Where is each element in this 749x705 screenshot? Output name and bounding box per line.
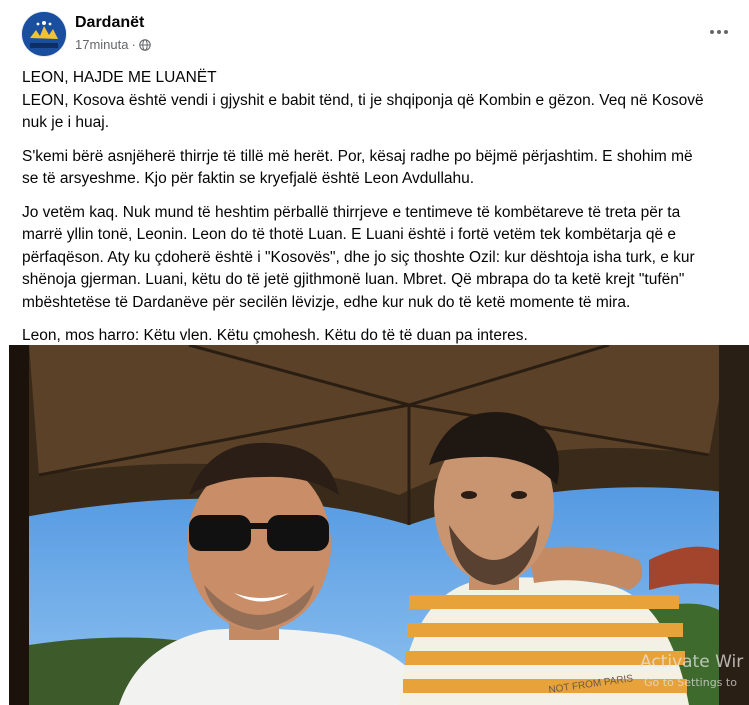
post-meta: 17minuta ·	[75, 37, 151, 52]
post-photo[interactable]: NOT FROM PARIS	[9, 345, 749, 705]
post-line: se të arsyeshme. Kjo për faktin se kryef…	[22, 170, 475, 187]
post-timestamp[interactable]: 17minuta	[75, 37, 128, 52]
post-paragraph: S'kemi bërë asnjëherë thirrje të tillë m…	[22, 146, 734, 191]
post-card: Dardanët 17minuta · LEON, HAJDE ME LUANË…	[0, 0, 749, 705]
post-line: nuk je i huaj.	[22, 114, 110, 131]
meta-separator: ·	[131, 37, 136, 52]
post-paragraph: LEON, HAJDE ME LUANËT LEON, Kosova është…	[22, 67, 734, 135]
post-line: Jo vetëm kaq. Nuk mund të heshtim përbal…	[22, 203, 681, 221]
post-line: përfaqëson. Aty ku çdoherë është i "Koso…	[22, 248, 695, 266]
post-line: mbështetëse të Dardanëve për secilën lëv…	[22, 293, 631, 311]
page-name-link[interactable]: Dardanët	[75, 14, 144, 32]
post-body: LEON, HAJDE ME LUANËT LEON, Kosova është…	[22, 67, 734, 359]
post-paragraph: Jo vetëm kaq. Nuk mund të heshtim përbal…	[22, 202, 734, 315]
activate-windows-sub: Go to Settings to	[644, 676, 737, 689]
dardanet-logo-icon	[22, 12, 66, 56]
globe-icon	[139, 38, 151, 51]
post-line: S'kemi bërë asnjëherë thirrje të tillë m…	[22, 147, 693, 165]
more-options-icon[interactable]	[703, 18, 735, 46]
selfie-photo-illustration: NOT FROM PARIS	[9, 345, 749, 705]
post-line: LEON, Kosova është vendi i gjyshit e bab…	[22, 91, 704, 109]
page-avatar[interactable]	[22, 12, 66, 56]
post-line: marrë yllin tonë, Leonin. Leon do të tho…	[22, 226, 676, 243]
post-line: LEON, HAJDE ME LUANËT	[22, 69, 217, 86]
post-line: shënoja gjerman. Luani, këtu do të jetë …	[22, 271, 685, 288]
